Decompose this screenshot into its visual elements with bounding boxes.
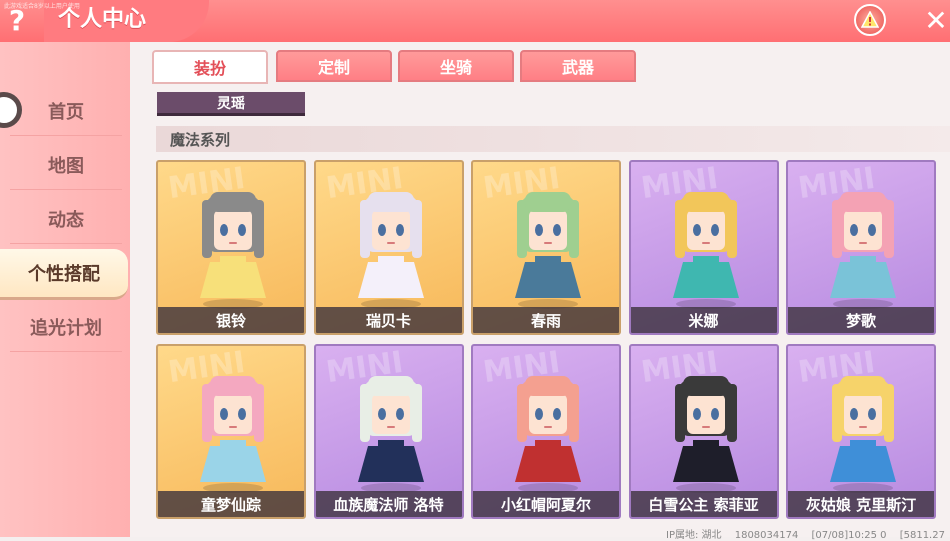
character-figure-icon <box>357 376 424 493</box>
skin-name: 春雨 <box>473 307 619 333</box>
skin-card[interactable]: MINI 血族魔法师 洛特 <box>313 344 464 519</box>
skin-name: 童梦仙踪 <box>158 491 304 517</box>
page-title: 个人中心 <box>58 7 147 32</box>
skin-name: 瑞贝卡 <box>315 307 462 333</box>
account-id: 1808034174 <box>734 530 799 541</box>
skin-card[interactable]: MINI 小红帽阿夏尔 <box>471 344 621 519</box>
section-title: 魔法系列 <box>156 126 950 152</box>
skin-card[interactable]: MINI 白雪公主 索菲亚 <box>628 344 779 519</box>
sidebar-item-outfit[interactable]: 个性搭配 <box>0 249 128 300</box>
tab-weapon[interactable]: 武器 <box>520 50 636 82</box>
skin-card[interactable]: MINI 灰姑娘 克里斯汀 <box>786 344 936 519</box>
skin-name: 梦歌 <box>788 307 934 333</box>
skin-card[interactable]: MINI 瑞贝卡 <box>313 160 464 335</box>
skin-card[interactable]: MINI 春雨 <box>471 160 621 335</box>
sidebar-item-home[interactable]: 首页 <box>10 87 122 136</box>
skin-card[interactable]: MINI 梦歌 <box>786 160 936 335</box>
sidebar-item-chase-light[interactable]: 追光计划 <box>10 303 122 352</box>
footer-info: IP属地: 湖北 1808034174 [07/08]10:25 0 [5811… <box>666 526 950 541</box>
tab-outfit[interactable]: 装扮 <box>152 50 268 84</box>
main-panel: 装扮 定制 坐骑 武器 灵瑶 魔法系列 MINI 银铃 MINI 瑞贝卡 MINI 春雨 M… <box>130 42 950 541</box>
skin-name: 血族魔法师 洛特 <box>315 491 462 517</box>
tab-custom[interactable]: 定制 <box>276 50 392 82</box>
skin-name: 小红帽阿夏尔 <box>473 491 619 517</box>
character-figure-icon <box>515 192 581 309</box>
subtab-lingyao[interactable]: 灵瑶 <box>157 92 305 116</box>
character-figure-icon <box>515 376 581 493</box>
character-figure-icon <box>672 192 739 309</box>
sidebar: 首页 地图 动态 个性搭配 追光计划 <box>0 42 130 537</box>
character-figure-icon <box>672 376 739 493</box>
extra-info: [5811.27 <box>899 530 945 541</box>
skin-name: 银铃 <box>158 307 304 333</box>
character-figure-icon <box>830 192 896 309</box>
sidebar-item-feed[interactable]: 动态 <box>10 195 122 244</box>
character-figure-icon <box>200 376 266 493</box>
skin-name: 米娜 <box>630 307 777 333</box>
character-figure-icon <box>357 192 424 309</box>
report-button[interactable] <box>854 4 886 36</box>
close-icon[interactable]: ✕ <box>922 6 950 36</box>
warning-icon <box>861 11 879 28</box>
top-bar: 此游戏适合8岁以上用户使用 ? 个人中心 ✕ <box>0 0 950 42</box>
character-figure-icon <box>830 376 896 493</box>
skin-card[interactable]: MINI 银铃 <box>156 160 306 335</box>
skin-name: 白雪公主 索菲亚 <box>630 491 777 517</box>
sidebar-item-map[interactable]: 地图 <box>10 141 122 190</box>
skin-card[interactable]: MINI 童梦仙踪 <box>156 344 306 519</box>
character-figure-icon <box>200 192 266 309</box>
skin-name: 灰姑娘 克里斯汀 <box>788 491 934 517</box>
help-icon[interactable]: ? <box>4 6 30 36</box>
ip-location: IP属地: 湖北 <box>666 530 722 541</box>
timestamp: [07/08]10:25 0 <box>811 530 887 541</box>
skin-card[interactable]: MINI 米娜 <box>628 160 779 335</box>
tab-mount[interactable]: 坐骑 <box>398 50 514 82</box>
